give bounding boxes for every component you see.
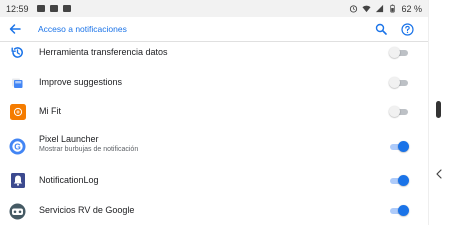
app-name: NotificationLog [39,175,99,185]
list-item[interactable]: Servicios RV de Google [0,200,428,222]
search-button[interactable] [374,22,388,36]
list-item[interactable]: G Pixel Launcher Mostrar burbujas de not… [0,133,428,161]
status-right-group: 62 % [349,4,422,14]
app-bar: Acceso a notificaciones [0,17,428,42]
battery-percent: 62 % [401,3,422,14]
notification-access-list: Herramienta transferencia datos Improve … [0,42,428,225]
app-name: Mi Fit [39,106,61,116]
image-notification-icon [36,5,45,12]
chevron-left-icon [436,169,442,179]
app-bar-actions [374,22,428,36]
status-bar: 12:59 62 % [0,0,428,17]
arrow-back-icon [9,24,21,34]
pixel-launcher-icon: G [9,138,26,155]
notification-access-toggle[interactable] [389,141,409,153]
help-button[interactable] [400,22,414,36]
app-name: Herramienta transferencia datos [39,47,168,57]
search-icon [375,23,387,35]
list-item[interactable]: NotificationLog [0,170,428,192]
notification-access-toggle[interactable] [389,106,409,118]
list-item-text: Mi Fit [39,106,61,116]
wifi-icon [362,5,372,13]
history-icon [9,44,26,61]
notification-bell-icon [9,172,26,189]
app-name: Improve suggestions [39,77,123,87]
app-name: Pixel Launcher [39,134,99,144]
page-title: Acceso a notificaciones [38,24,127,34]
notification-access-toggle[interactable] [389,175,409,187]
app-subtitle: Mostrar burbujas de notificación [39,146,139,153]
back-button[interactable] [0,17,30,42]
help-icon [400,22,414,36]
list-item[interactable]: Herramienta transferencia datos [0,42,428,63]
list-item-text: NotificationLog [39,175,99,185]
list-item-text: Pixel Launcher Mostrar burbujas de notif… [39,134,138,153]
notification-access-toggle[interactable] [389,47,409,59]
notification-access-toggle[interactable] [389,77,409,89]
navigation-bar [428,0,450,225]
image-notification-icon [62,5,71,12]
alarm-icon [350,5,358,13]
list-item[interactable]: Improve suggestions [0,72,428,93]
back-nav-button[interactable] [433,168,445,180]
mi-fit-icon [9,103,26,120]
vr-headset-icon [9,203,26,220]
home-pill-button[interactable] [436,101,441,118]
battery-icon [390,4,396,13]
list-item[interactable]: Mi Fit [0,100,428,123]
status-time: 12:59 [6,3,29,14]
list-item-text: Herramienta transferencia datos [39,47,168,57]
image-notification-icon [49,5,58,12]
svg-text:G: G [14,142,21,152]
signal-icon [376,4,384,13]
improve-suggestions-icon [9,74,26,91]
app-name: Servicios RV de Google [39,205,135,215]
list-item-text: Servicios RV de Google [39,205,134,215]
list-item-text: Improve suggestions [39,77,122,87]
notification-access-toggle[interactable] [389,205,409,217]
